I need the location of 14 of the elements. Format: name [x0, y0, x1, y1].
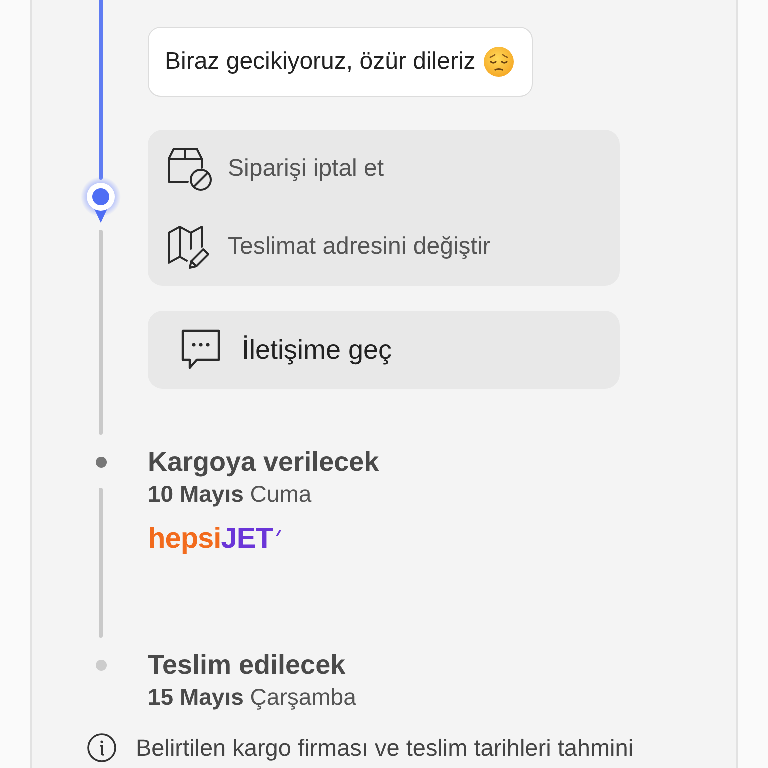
contact-button[interactable]: İletişime geç: [148, 311, 620, 389]
pensive-face-icon: [484, 47, 514, 77]
carrier-logo: hepsiJET: [148, 523, 281, 555]
step-title: Kargoya verilecek: [148, 447, 380, 477]
message-text: Biraz gecikiyoruz, özür dileriz: [165, 48, 476, 76]
chat-bubble-icon: [180, 328, 222, 372]
step-date: 10 Mayıs Cuma: [148, 481, 312, 507]
notice-text: Belirtilen kargo firması ve teslim tarihleri tahmini: [136, 734, 634, 762]
step-title: Teslim edilecek: [148, 650, 346, 680]
action-item[interactable]: Siparişi iptal et: [148, 130, 620, 208]
info-icon: [87, 733, 117, 763]
package-cancel-icon: [166, 145, 214, 193]
action-item[interactable]: Teslimat adresini değiştir: [148, 208, 620, 286]
step-date: 15 Mayıs Çarşamba: [148, 684, 356, 710]
